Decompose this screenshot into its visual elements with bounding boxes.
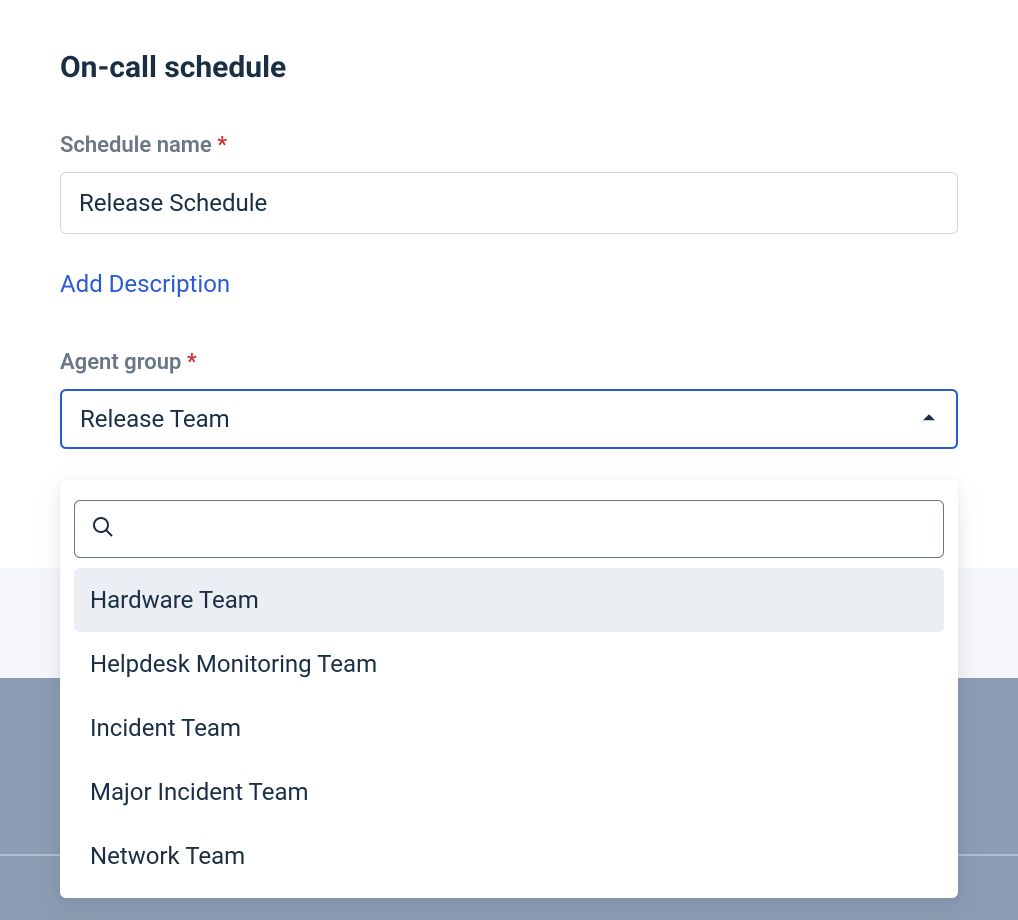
dropdown-option[interactable]: Incident Team [74, 696, 944, 760]
form-container: On-call schedule Schedule name * Add Des… [0, 0, 1018, 449]
dropdown-option[interactable]: Hardware Team [74, 568, 944, 632]
dropdown-option[interactable]: Major Incident Team [74, 760, 944, 824]
chevron-up-icon [920, 405, 938, 433]
dropdown-option[interactable]: Helpdesk Monitoring Team [74, 632, 944, 696]
agent-group-dropdown: Hardware Team Helpdesk Monitoring Team I… [60, 480, 958, 898]
dropdown-search-input[interactable] [127, 517, 927, 542]
dropdown-option[interactable]: Network Team [74, 824, 944, 888]
search-icon [91, 515, 115, 543]
agent-group-label-text: Agent group [60, 350, 181, 375]
dropdown-search-wrapper[interactable] [74, 500, 944, 558]
page-title: On-call schedule [60, 50, 958, 85]
schedule-name-label: Schedule name * [60, 133, 958, 158]
agent-group-label: Agent group * [60, 350, 958, 375]
agent-group-selected-value: Release Team [80, 405, 230, 433]
schedule-name-label-text: Schedule name [60, 133, 212, 158]
agent-group-select[interactable]: Release Team [60, 389, 958, 449]
schedule-name-input[interactable] [60, 172, 958, 234]
required-mark: * [217, 133, 227, 158]
required-mark: * [187, 350, 197, 375]
add-description-link[interactable]: Add Description [60, 270, 230, 298]
